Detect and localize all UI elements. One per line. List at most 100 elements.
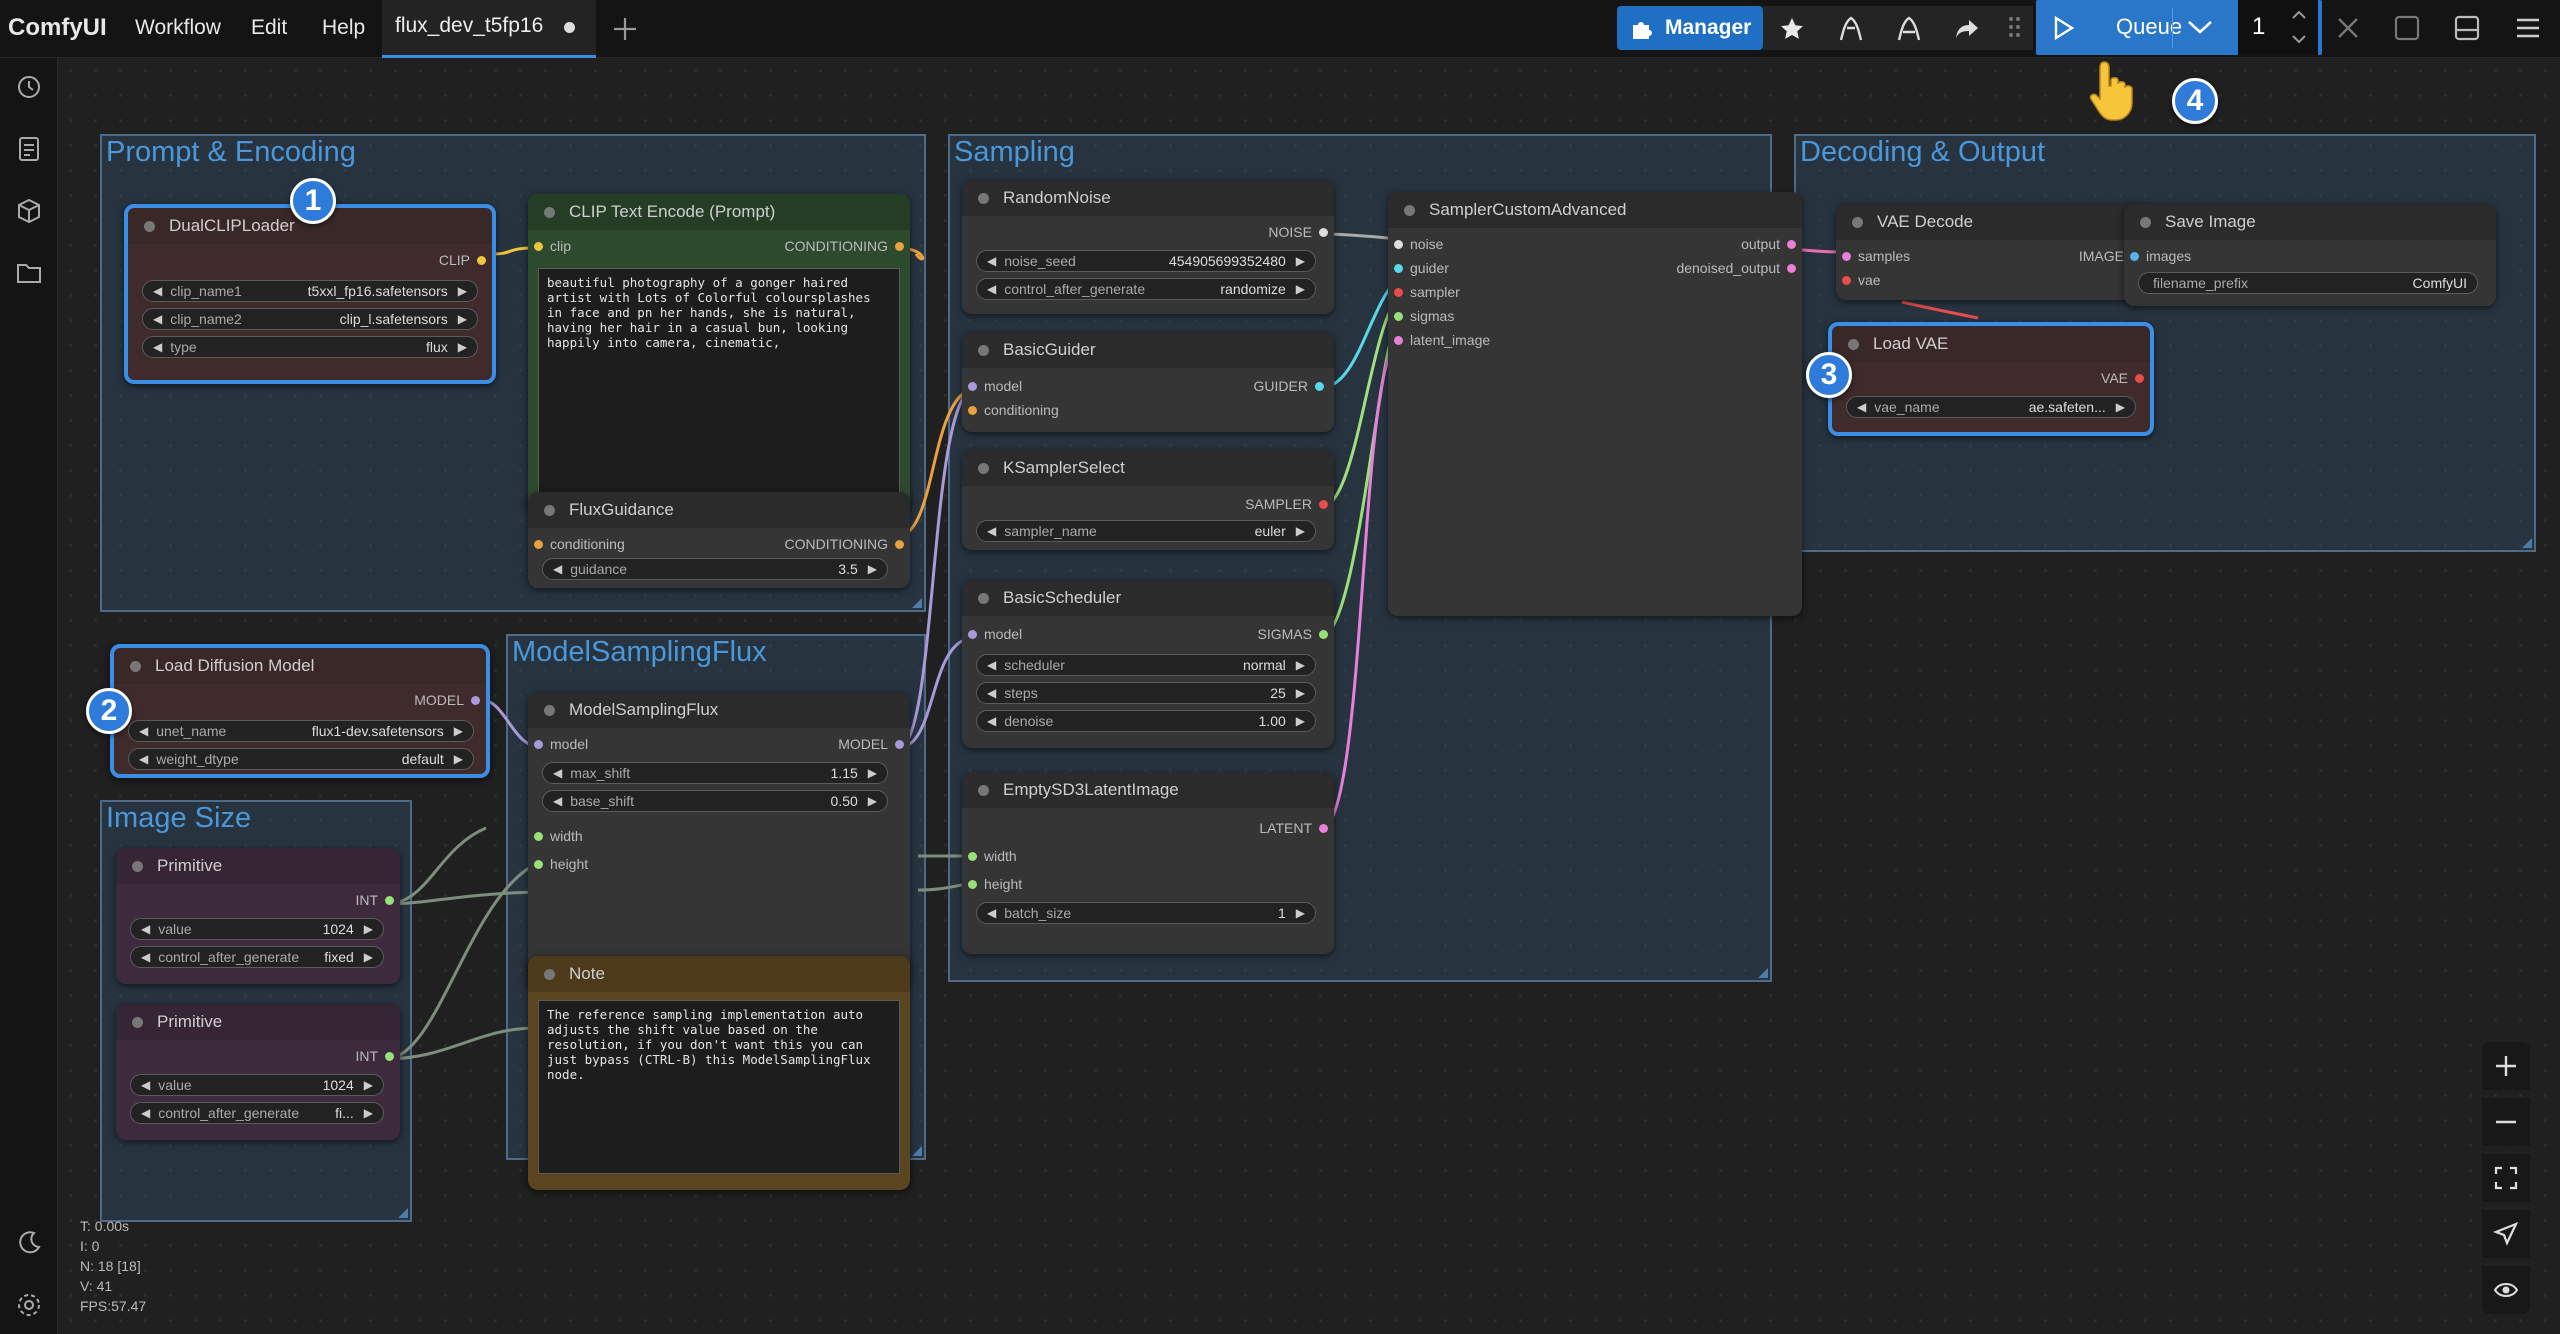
node-basic-guider[interactable]: BasicGuider model conditioning GUIDER xyxy=(962,332,1334,432)
collapse-dot-icon[interactable] xyxy=(130,660,141,672)
chevron-down-icon[interactable] xyxy=(2186,18,2214,36)
close-icon[interactable] xyxy=(2334,14,2362,42)
tab-workflow[interactable]: flux_dev_t5fp16 xyxy=(382,0,596,58)
output-socket-sigmas[interactable] xyxy=(1319,630,1328,639)
output-socket-guider[interactable] xyxy=(1315,382,1324,391)
node-ksampler-select[interactable]: KSamplerSelect SAMPLER ◀ sampler_name eule… xyxy=(962,450,1334,550)
zoom-in-button[interactable] xyxy=(2482,1042,2530,1090)
widget-value[interactable]: ◀ value 1024 ▶ xyxy=(130,918,384,940)
stepper-arrows-icon[interactable] xyxy=(2290,6,2308,48)
collapse-dot-icon[interactable] xyxy=(1852,216,1863,228)
collapse-dot-icon[interactable] xyxy=(978,344,989,356)
node-flux-guidance[interactable]: FluxGuidance conditioning CONDITIONING ◀… xyxy=(528,492,910,588)
output-socket-output[interactable] xyxy=(1787,240,1796,249)
node-load-vae[interactable]: Load VAE VAE ◀ vae_name ae.safeten... ▶ xyxy=(1828,322,2154,436)
input-socket-width[interactable] xyxy=(968,852,977,861)
widget-sampler-name[interactable]: ◀ sampler_name euler ▶ xyxy=(976,520,1316,542)
graph-canvas[interactable]: Prompt & Encoding Sampling Decoding & Ou… xyxy=(58,58,2560,1334)
moon-icon[interactable] xyxy=(14,1228,44,1258)
widget-control-after-generate[interactable]: ◀ control_after_generate randomize ▶ xyxy=(976,278,1316,300)
widget-scheduler[interactable]: ◀ scheduler normal ▶ xyxy=(976,654,1316,676)
collapse-dot-icon[interactable] xyxy=(1848,338,1859,350)
input-socket-images[interactable] xyxy=(2130,252,2139,261)
menu-workflow[interactable]: Workflow xyxy=(135,0,221,56)
input-socket-noise[interactable] xyxy=(1394,240,1403,249)
collapse-dot-icon[interactable] xyxy=(2140,216,2151,228)
node-clip-text-encode[interactable]: CLIP Text Encode (Prompt) clip CONDITION… xyxy=(528,194,910,512)
input-socket-sampler[interactable] xyxy=(1394,288,1403,297)
node-model-sampling-flux[interactable]: ModelSamplingFlux model MODEL ◀ max_shift… xyxy=(528,692,910,990)
input-socket-latent-image[interactable] xyxy=(1394,336,1403,345)
widget-guidance[interactable]: ◀ guidance 3.5 ▶ xyxy=(542,558,888,580)
widget-type[interactable]: ◀ type flux ▶ xyxy=(142,336,478,358)
output-socket-conditioning[interactable] xyxy=(895,242,904,251)
square-icon[interactable] xyxy=(2393,14,2421,42)
node-random-noise[interactable]: RandomNoise NOISE ◀ noise_seed 45490569935… xyxy=(962,180,1334,314)
collapse-dot-icon[interactable] xyxy=(132,860,143,872)
fit-view-button[interactable] xyxy=(2482,1154,2530,1202)
input-socket-height[interactable] xyxy=(968,880,977,889)
node-vae-decode[interactable]: VAE Decode samples vae IMAGE xyxy=(1836,204,2146,300)
widget-clip-name1[interactable]: ◀ clip_name1 t5xxl_fp16.safetensors ▶ xyxy=(142,280,478,302)
share-icon[interactable] xyxy=(1953,14,1981,42)
widget-vae-name[interactable]: ◀ vae_name ae.safeten... ▶ xyxy=(1846,396,2136,418)
node-primitive-width[interactable]: Primitive INT ◀ value 1024 ▶ ◀ control_after… xyxy=(116,848,400,984)
input-socket-samples[interactable] xyxy=(1842,252,1851,261)
input-socket-clip[interactable] xyxy=(534,242,543,251)
star-icon[interactable] xyxy=(1779,16,1805,42)
node-tree-alt-icon[interactable] xyxy=(1895,14,1923,42)
output-socket-conditioning[interactable] xyxy=(895,540,904,549)
input-socket-model[interactable] xyxy=(968,630,977,639)
widget-control-after-generate[interactable]: ◀ control_after_generate fi... ▶ xyxy=(130,1102,384,1124)
widget-unet-name[interactable]: ◀ unet_name flux1-dev.safetensors ▶ xyxy=(128,720,474,742)
widget-clip-name2[interactable]: ◀ clip_name2 clip_l.safetensors ▶ xyxy=(142,308,478,330)
prompt-textarea[interactable]: beautiful photography of a gonger haired… xyxy=(538,268,900,500)
widget-base-shift[interactable]: ◀ base_shift 0.50 ▶ xyxy=(542,790,888,812)
output-socket-model[interactable] xyxy=(895,740,904,749)
input-socket-model[interactable] xyxy=(534,740,543,749)
panel-icon[interactable] xyxy=(2453,14,2481,42)
cube-icon[interactable] xyxy=(14,196,44,226)
node-dualcliploader[interactable]: DualCLIPLoader CLIP ◀ clip_name1 t5xxl_fp1… xyxy=(124,204,496,384)
input-socket-conditioning[interactable] xyxy=(534,540,543,549)
document-icon[interactable] xyxy=(14,134,44,164)
collapse-dot-icon[interactable] xyxy=(978,592,989,604)
input-socket-sigmas[interactable] xyxy=(1394,312,1403,321)
input-socket-guider[interactable] xyxy=(1394,264,1403,273)
node-note[interactable]: Note The reference sampling implementati… xyxy=(528,956,910,1190)
select-mode-button[interactable] xyxy=(2482,1210,2530,1258)
output-socket-model[interactable] xyxy=(471,696,480,705)
settings-gear-icon[interactable] xyxy=(14,1290,44,1320)
history-icon[interactable] xyxy=(14,72,44,102)
menu-edit[interactable]: Edit xyxy=(251,0,287,56)
output-socket-denoised-output[interactable] xyxy=(1787,264,1796,273)
output-socket-latent[interactable] xyxy=(1319,824,1328,833)
collapse-dot-icon[interactable] xyxy=(544,704,555,716)
collapse-dot-icon[interactable] xyxy=(544,206,555,218)
collapse-dot-icon[interactable] xyxy=(978,784,989,796)
collapse-dot-icon[interactable] xyxy=(978,462,989,474)
widget-noise-seed[interactable]: ◀ noise_seed 454905699352480 ▶ xyxy=(976,250,1316,272)
input-socket-model[interactable] xyxy=(968,382,977,391)
widget-value[interactable]: ◀ value 1024 ▶ xyxy=(130,1074,384,1096)
plus-icon[interactable] xyxy=(610,14,640,44)
output-socket-vae[interactable] xyxy=(2135,374,2144,383)
input-socket-height[interactable] xyxy=(534,860,543,869)
node-load-diffusion-model[interactable]: Load Diffusion Model MODEL ◀ unet_name flu… xyxy=(110,644,490,778)
node-empty-sd3-latent-image[interactable]: EmptySD3LatentImage LATENT width height … xyxy=(962,772,1334,954)
node-save-image[interactable]: Save Image images filename_prefix ComfyUI xyxy=(2124,204,2496,306)
node-basic-scheduler[interactable]: BasicScheduler model SIGMAS ◀ scheduler no… xyxy=(962,580,1334,748)
node-sampler-custom-advanced[interactable]: SamplerCustomAdvanced noise guider sampl… xyxy=(1388,192,1802,616)
collapse-dot-icon[interactable] xyxy=(132,1016,143,1028)
node-primitive-height[interactable]: Primitive INT ◀ value 1024 ▶ ◀ control_after… xyxy=(116,1004,400,1140)
input-socket-vae[interactable] xyxy=(1842,276,1851,285)
widget-denoise[interactable]: ◀ denoise 1.00 ▶ xyxy=(976,710,1316,732)
widget-batch-size[interactable]: ◀ batch_size 1 ▶ xyxy=(976,902,1316,924)
output-socket-int[interactable] xyxy=(385,1052,394,1061)
widget-steps[interactable]: ◀ steps 25 ▶ xyxy=(976,682,1316,704)
widget-control-after-generate[interactable]: ◀ control_after_generate fixed ▶ xyxy=(130,946,384,968)
collapse-dot-icon[interactable] xyxy=(544,968,555,980)
queue-count-stepper[interactable]: 1 xyxy=(2238,0,2318,55)
collapse-dot-icon[interactable] xyxy=(544,504,555,516)
output-socket-int[interactable] xyxy=(385,896,394,905)
